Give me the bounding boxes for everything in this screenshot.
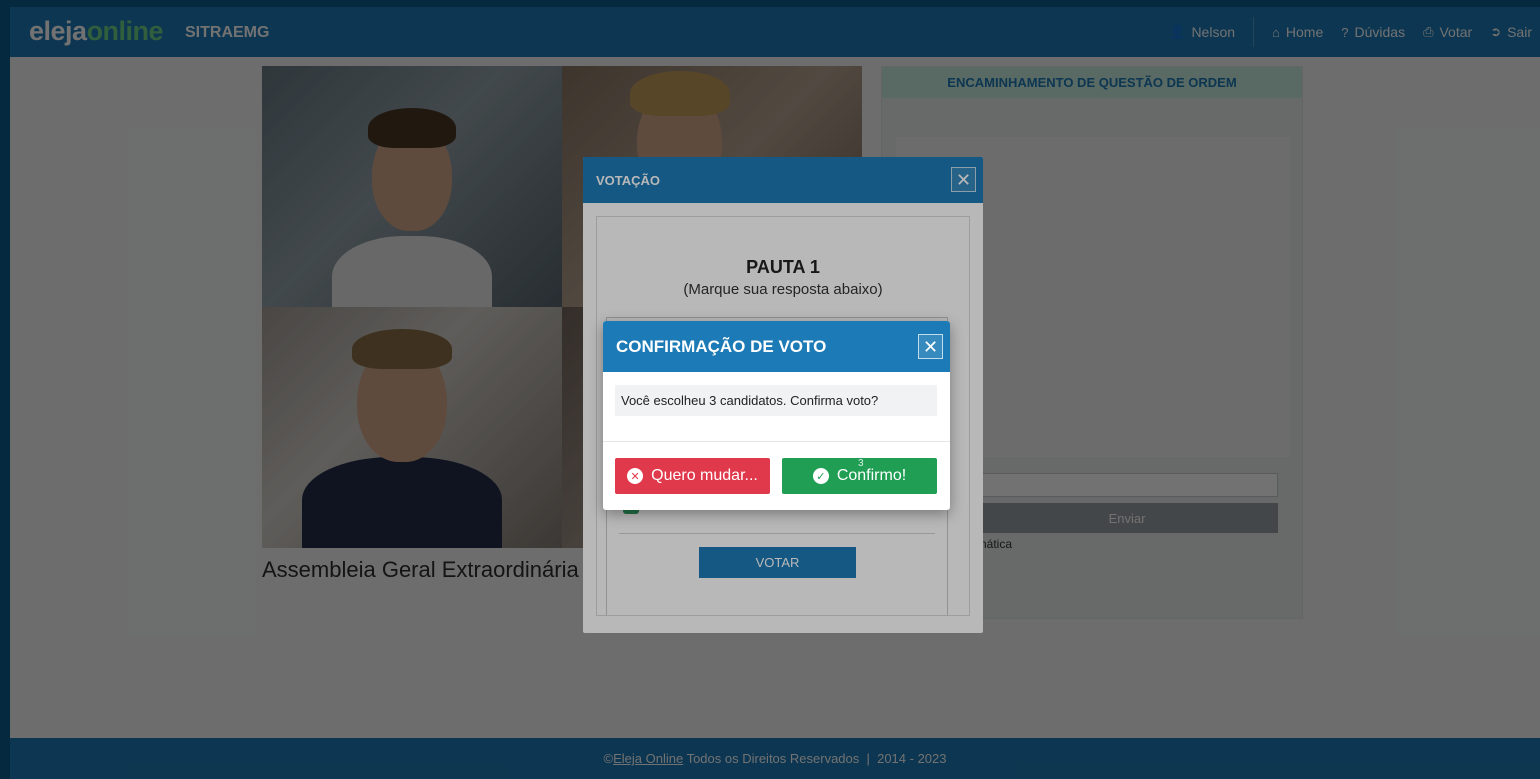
- countdown-number: 3: [858, 458, 864, 469]
- confirm-divider: [603, 441, 950, 442]
- confirm-modal-header: CONFIRMAÇÃO DE VOTO ✕: [603, 321, 950, 372]
- confirm-message: Você escolheu 3 candidatos. Confirma vot…: [615, 385, 937, 416]
- close-icon: ✕: [922, 336, 939, 357]
- check-circle-icon: ✓: [812, 468, 829, 484]
- confirm-modal-title: CONFIRMAÇÃO DE VOTO: [616, 336, 827, 356]
- times-circle-icon: ✕: [627, 468, 644, 484]
- change-vote-button[interactable]: ✕ Quero mudar...: [615, 458, 770, 494]
- confirm-modal-close-button[interactable]: ✕: [918, 334, 943, 359]
- confirm-modal: CONFIRMAÇÃO DE VOTO ✕ Você escolheu 3 ca…: [603, 321, 950, 510]
- change-vote-label: Quero mudar...: [651, 467, 758, 484]
- confirm-vote-label: Confirmo!: [836, 467, 907, 484]
